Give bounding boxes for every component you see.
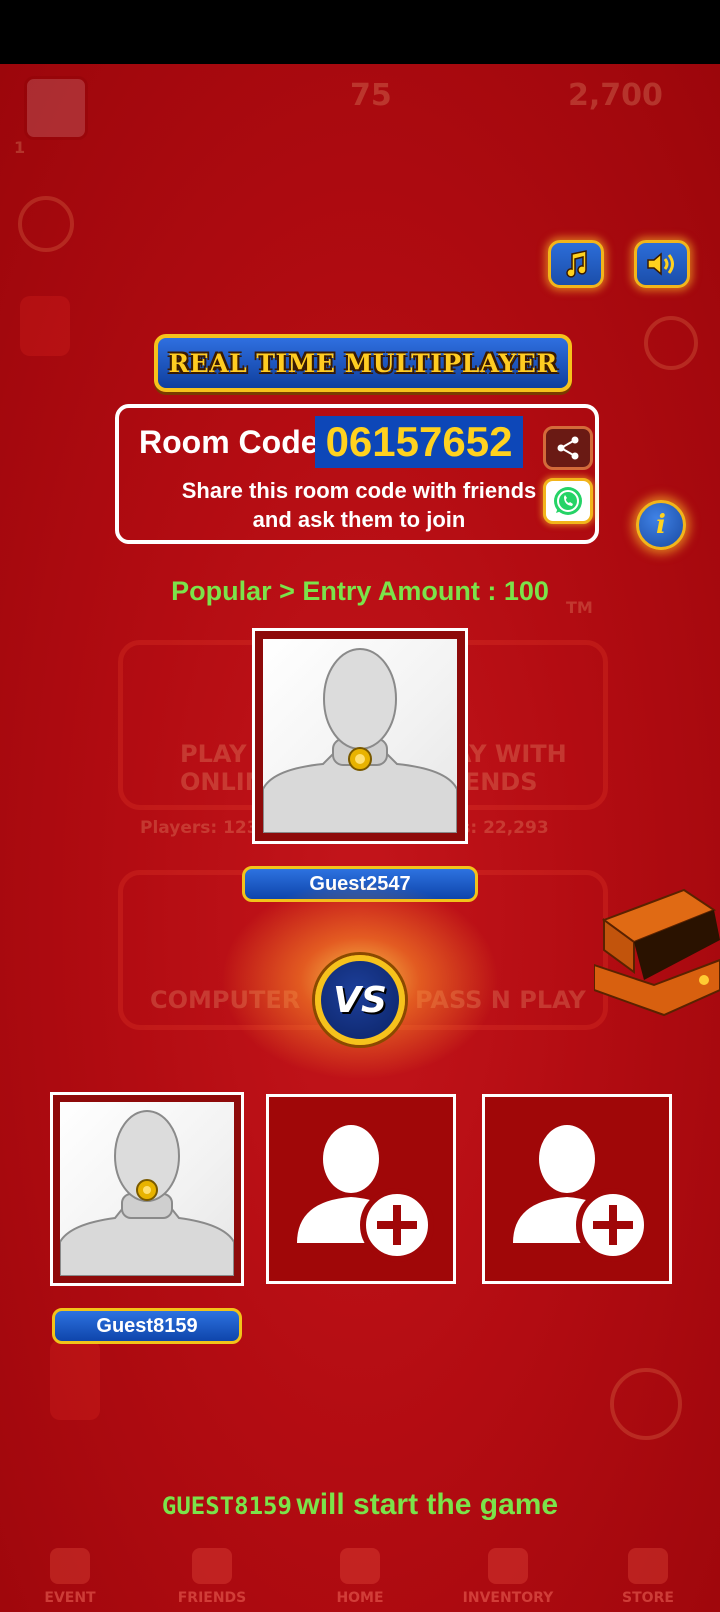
mannequin-icon [60,1110,234,1276]
info-button[interactable]: i [636,500,686,550]
player-slot-1 [50,1092,244,1286]
spin-wheel-icon [610,1368,682,1440]
mannequin-icon [263,648,457,833]
nav-store: STORE [578,1536,718,1612]
title-banner: REAL TIME MULTIPLAYER [154,334,572,392]
nav-inventory: INVENTORY [438,1536,578,1612]
gift-icon [50,1340,100,1420]
room-code-panel: Room Code : 06157652 Share this room cod… [115,404,599,544]
inventory-icon [488,1548,528,1584]
whatsapp-icon [554,487,582,515]
room-share-description: Share this room code with friends and as… [181,478,537,532]
add-player-icon [297,1125,434,1262]
info-icon: i [656,510,666,540]
whatsapp-share-button[interactable] [543,478,593,524]
friends-icon [192,1548,232,1584]
profile-avatar [24,76,88,140]
nav-event: EVENT [0,1536,140,1612]
music-note-icon [566,250,587,278]
share-icon [557,436,579,460]
king-icon [18,196,74,252]
invite-slot-3[interactable] [482,1094,672,1284]
nav-friends: FRIENDS [142,1536,282,1612]
starter-message: will start the game [296,1488,559,1521]
room-code-value[interactable]: 06157652 [315,416,523,468]
entry-amount-label: Popular > Entry Amount : 100 [171,576,549,606]
starter-name: GUEST8159 [161,1492,292,1520]
vs-badge: VS [315,955,405,1045]
treasure-chest-icon [594,888,720,1017]
cart-icon [628,1548,668,1584]
page-title: REAL TIME MULTIPLAYER [168,348,558,378]
vs-label: VS [333,979,387,1021]
level-value: 1 [14,138,26,157]
coins-small-value: 75 [350,78,392,113]
home-icon [340,1548,380,1584]
bottom-nav: EVENT FRIENDS HOME INVENTORY STORE [0,1536,720,1612]
guest-avatar [263,639,457,833]
room-code-label: Room Code : [139,424,339,460]
player-slot-1-name: Guest8159 [52,1308,242,1344]
coins-large-value: 2,700 [568,78,663,113]
host-player-card [252,628,468,844]
status-bar [0,0,720,64]
sound-toggle-button[interactable] [634,240,690,288]
live-icon [20,296,70,356]
share-button[interactable] [543,426,593,470]
start-game-message: GUEST8159 will start the game [0,1488,720,1522]
add-player-icon [513,1125,650,1262]
guest-avatar [60,1102,234,1276]
invite-slot-2[interactable] [266,1094,456,1284]
speaker-icon [647,252,674,276]
calendar-icon [50,1548,90,1584]
no-ads-icon [644,316,698,370]
music-toggle-button[interactable] [548,240,604,288]
nav-home: HOME [290,1536,430,1612]
